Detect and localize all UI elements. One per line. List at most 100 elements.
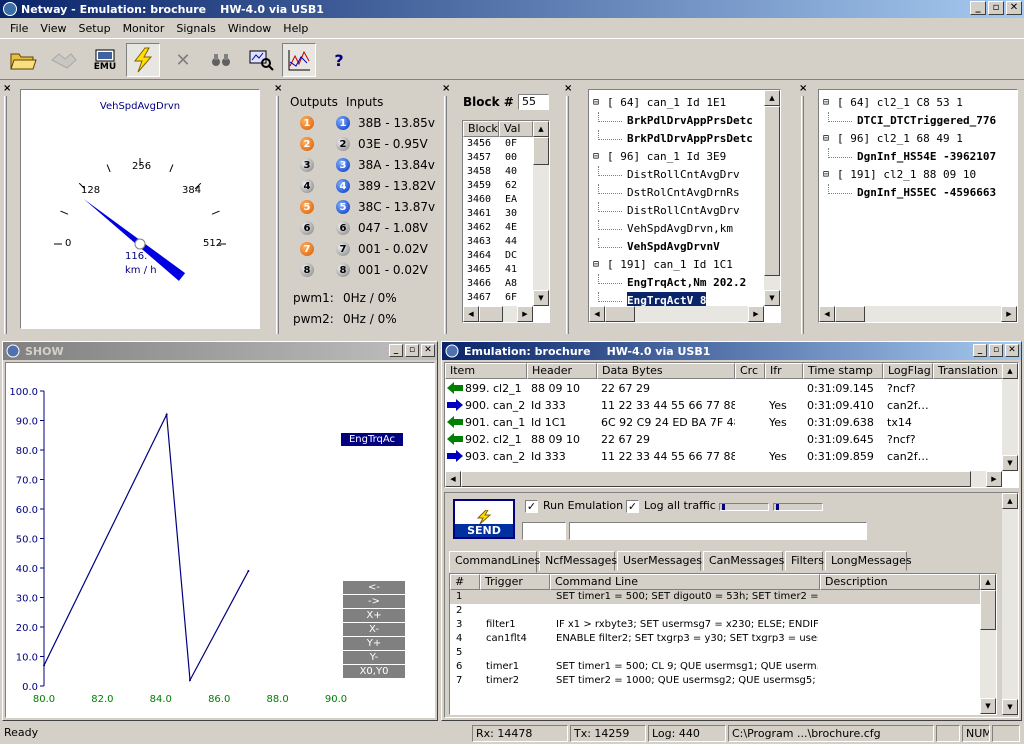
- tab-canmessages[interactable]: CanMessages: [703, 551, 784, 571]
- traffic-col-header[interactable]: LogFlag: [883, 363, 933, 379]
- minimize-button[interactable]: _: [970, 1, 986, 15]
- tree1-close-icon[interactable]: ×: [564, 84, 572, 94]
- scroll-up-icon[interactable]: ▲: [533, 121, 549, 137]
- cmd-vscroll[interactable]: ▲ ▼: [980, 574, 996, 714]
- emulation-run-button[interactable]: [126, 43, 160, 77]
- run-emulation-checkbox[interactable]: ✓: [525, 500, 538, 513]
- output-led-icon[interactable]: 3: [300, 158, 314, 172]
- find-button[interactable]: [204, 43, 238, 77]
- tab-longmessages[interactable]: LongMessages: [825, 551, 912, 571]
- cmd-cell-cmd[interactable]: [556, 604, 818, 618]
- scroll-thumb[interactable]: [980, 590, 996, 630]
- menu-signals[interactable]: Signals: [170, 22, 222, 35]
- hscroll-thumb[interactable]: [461, 471, 971, 487]
- slider-1[interactable]: [719, 503, 769, 511]
- tree-expander-icon[interactable]: ⊟: [593, 148, 599, 166]
- cmd-cell-trigger[interactable]: [486, 604, 548, 618]
- scroll-up-icon[interactable]: ▲: [1002, 363, 1018, 379]
- chart-nav-button[interactable]: ->: [343, 595, 405, 608]
- traffic-hscroll[interactable]: ◀ ▶: [445, 471, 1002, 487]
- block-vscroll[interactable]: ▲ ▼: [533, 121, 549, 306]
- traffic-col-header[interactable]: Data Bytes: [597, 363, 735, 379]
- block-grip[interactable]: [444, 96, 447, 334]
- scroll-right-icon[interactable]: ▶: [517, 306, 533, 322]
- stop-button[interactable]: ✕: [166, 43, 200, 77]
- emulation-maximize-button[interactable]: ▫: [989, 344, 1003, 357]
- cmd-cell-cmd[interactable]: SET timer1 = 500; SET digout0 = 53h; SET…: [556, 590, 818, 604]
- tree-signal[interactable]: DistRollCntAvgDrv: [627, 166, 740, 184]
- gauge-grip[interactable]: [4, 96, 7, 334]
- hscroll-thumb[interactable]: [835, 306, 865, 322]
- scroll-down-icon[interactable]: ▼: [980, 698, 996, 714]
- cmd-col-header[interactable]: Description: [820, 574, 980, 590]
- maximize-button[interactable]: ▫: [988, 1, 1004, 15]
- chart-button[interactable]: [282, 43, 316, 77]
- cmd-cell-desc[interactable]: [826, 632, 978, 646]
- tree-signal[interactable]: DgnInf_HS5EC -4596663: [857, 184, 996, 202]
- output-led-icon[interactable]: 8: [300, 263, 314, 277]
- cmd-col-header[interactable]: Command Line: [550, 574, 820, 590]
- cmd-cell-n[interactable]: 3: [456, 618, 478, 632]
- traffic-col-header[interactable]: Item: [445, 363, 527, 379]
- scroll-thumb[interactable]: [533, 137, 549, 165]
- cmd-cell-trigger[interactable]: timer2: [486, 674, 548, 688]
- traffic-col-header[interactable]: Crc: [735, 363, 765, 379]
- tree1-vscroll[interactable]: ▲ ▼: [764, 90, 780, 306]
- scroll-up-icon[interactable]: ▲: [1002, 493, 1018, 509]
- tree-expander-icon[interactable]: ⊟: [593, 94, 599, 112]
- tree-signal[interactable]: DstRolCntAvgDrnRs: [627, 184, 740, 202]
- help-button[interactable]: ?: [322, 43, 356, 77]
- tree-signal[interactable]: BrkPdlDrvAppPrsDetc: [627, 130, 753, 148]
- tree-expander-icon[interactable]: ⊟: [823, 130, 829, 148]
- cmd-cell-trigger[interactable]: can1flt4: [486, 632, 548, 646]
- cmd-cell-cmd[interactable]: SET timer1 = 500; CL 9; QUE usermsg1; QU…: [556, 660, 818, 674]
- app-icon[interactable]: [3, 2, 17, 16]
- close-button[interactable]: ✕: [1006, 1, 1022, 15]
- tree-signal[interactable]: DistRollCntAvgDrv: [627, 202, 740, 220]
- scroll-right-icon[interactable]: ▶: [986, 471, 1002, 487]
- open-folder-button[interactable]: [6, 43, 40, 77]
- scroll-left-icon[interactable]: ◀: [463, 306, 479, 322]
- tree-node[interactable]: [ 96] cl2_1 68 49 1: [837, 130, 963, 148]
- chart-nav-button[interactable]: Y+: [343, 637, 405, 650]
- cmd-col-header[interactable]: Trigger: [480, 574, 550, 590]
- command-input[interactable]: [569, 522, 867, 540]
- output-led-icon[interactable]: 1: [300, 116, 314, 130]
- gauge-close-icon[interactable]: ×: [3, 84, 11, 94]
- scroll-thumb[interactable]: [764, 106, 780, 276]
- output-led-icon[interactable]: 2: [300, 137, 314, 151]
- cmd-cell-desc[interactable]: [826, 590, 978, 604]
- cmd-cell-trigger[interactable]: [486, 590, 548, 604]
- block-hscroll[interactable]: ◀ ▶: [463, 306, 533, 322]
- scroll-left-icon[interactable]: ◀: [819, 306, 835, 322]
- tree2-grip[interactable]: [801, 96, 804, 334]
- cmd-cell-n[interactable]: 7: [456, 674, 478, 688]
- scroll-right-icon[interactable]: ▶: [748, 306, 764, 322]
- io-grip[interactable]: [276, 96, 279, 334]
- scope-search-button[interactable]: [244, 43, 278, 77]
- slider-2-thumb[interactable]: [776, 504, 779, 510]
- scroll-up-icon[interactable]: ▲: [980, 574, 996, 590]
- cmd-cell-trigger[interactable]: [486, 646, 548, 660]
- emulation-minimize-button[interactable]: _: [973, 344, 987, 357]
- output-led-icon[interactable]: 5: [300, 200, 314, 214]
- traffic-col-header[interactable]: Header: [527, 363, 597, 379]
- cmd-cell-cmd[interactable]: ENABLE filter2; SET txgrp3 = y30; SET tx…: [556, 632, 818, 646]
- block-col-header[interactable]: Block: [463, 121, 499, 137]
- tree1-hscroll[interactable]: ◀ ▶: [589, 306, 764, 322]
- chart-nav-button[interactable]: X+: [343, 609, 405, 622]
- menu-view[interactable]: View: [34, 22, 72, 35]
- tree-node[interactable]: [ 191] can_1 Id 1C1: [607, 256, 733, 274]
- tree-signal[interactable]: VehSpdAvgDrvn,km: [627, 220, 733, 238]
- menu-help[interactable]: Help: [277, 22, 314, 35]
- tree2-close-icon[interactable]: ×: [799, 84, 807, 94]
- scroll-left-icon[interactable]: ◀: [445, 471, 461, 487]
- command-short-input[interactable]: [522, 522, 566, 540]
- cmd-cell-desc[interactable]: [826, 660, 978, 674]
- hscroll-thumb[interactable]: [605, 306, 635, 322]
- scroll-left-icon[interactable]: ◀: [589, 306, 605, 322]
- cmd-cell-desc[interactable]: [826, 604, 978, 618]
- tree-expander-icon[interactable]: ⊟: [823, 94, 829, 112]
- show-close-button[interactable]: ✕: [421, 344, 435, 357]
- hscroll-thumb[interactable]: [479, 306, 503, 322]
